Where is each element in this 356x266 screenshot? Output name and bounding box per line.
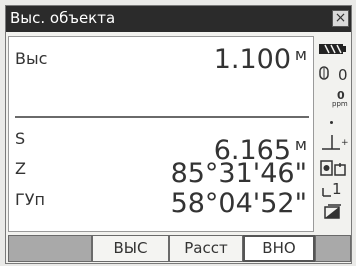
close-button[interactable]: × — [332, 10, 349, 27]
zenith-value: 85°31'46" — [170, 158, 307, 189]
battery-icon — [319, 44, 346, 54]
divider — [15, 116, 309, 118]
prism-icon — [319, 66, 329, 80]
zenith-label: Z — [15, 159, 26, 178]
prism-constant: 0 — [338, 66, 348, 84]
slope-distance-label: S — [15, 129, 26, 148]
title-bar: Выс. объекта × — [6, 6, 351, 32]
status-sidebar: 0 0 ppm + 1 — [316, 36, 350, 232]
svg-text:+: + — [341, 138, 348, 148]
height-value: 1.100 — [213, 44, 291, 75]
softkey-rem[interactable]: ВНО — [243, 235, 315, 262]
horizontal-angle-value: 58°04'52" — [170, 188, 307, 219]
height-label: Выс — [15, 49, 48, 68]
ppm-unit: ppm — [332, 100, 348, 108]
face-icon — [322, 188, 331, 197]
input-mode-icon — [324, 204, 341, 219]
slope-distance-unit: м — [294, 135, 307, 154]
horizontal-angle-label: ГУп — [15, 190, 45, 209]
close-icon: × — [334, 10, 347, 26]
softkey-height[interactable]: ВЫС — [92, 235, 169, 262]
softkey-5[interactable] — [315, 235, 351, 262]
face-number: 1 — [332, 180, 342, 198]
height-unit: м — [294, 45, 307, 64]
softkey-bar: ВЫС Расст ВНО — [8, 235, 351, 262]
softkey-1[interactable] — [8, 235, 92, 262]
window-title: Выс. объекта — [10, 9, 116, 27]
softkey-distance[interactable]: Расст — [169, 235, 243, 262]
remote-elevation-window: Выс. объекта × Выс 1.100 м S 6.165 м Z 8… — [5, 5, 352, 264]
tilt-compensation-icon: + — [322, 135, 348, 150]
measurement-panel: Выс 1.100 м S 6.165 м Z 85°31'46" ГУп 58… — [8, 36, 314, 232]
communication-icon — [320, 160, 346, 176]
status-dot — [330, 121, 333, 124]
